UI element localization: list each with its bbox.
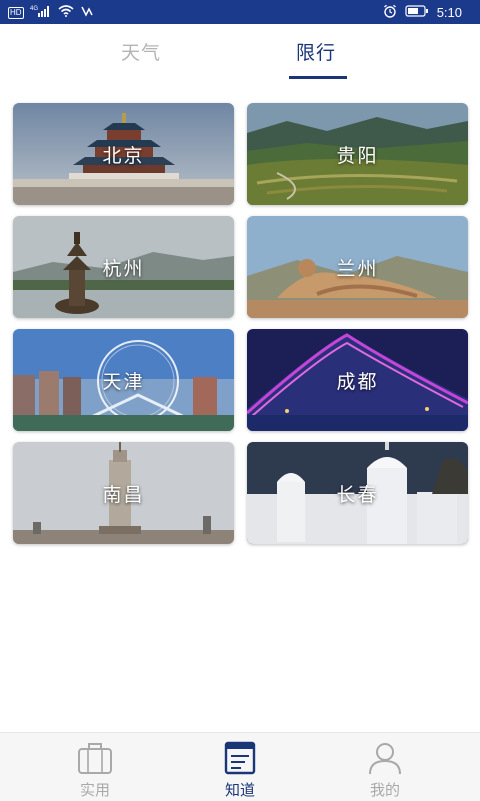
- alarm-icon: [383, 4, 397, 21]
- status-left: HD 4G: [8, 5, 94, 20]
- top-tabs: 天气 限行: [0, 24, 480, 80]
- city-card-hangzhou[interactable]: 杭州: [13, 216, 234, 318]
- city-name: 天津: [102, 370, 145, 393]
- status-right: 5:10: [383, 4, 462, 21]
- signal-icon: 4G: [30, 5, 52, 20]
- document-icon: [224, 741, 256, 775]
- wifi-icon: [58, 5, 74, 20]
- city-name: 兰州: [336, 257, 379, 280]
- tab-weather[interactable]: 天气: [121, 38, 161, 65]
- data-speed-icon: [80, 5, 94, 20]
- city-card-nanchang[interactable]: 南昌: [13, 442, 234, 544]
- nav-label-know: 知道: [224, 781, 255, 799]
- city-card-tianjin[interactable]: 天津: [13, 329, 234, 431]
- city-card-changchun[interactable]: 长春: [247, 442, 468, 544]
- battery-icon: [405, 5, 429, 20]
- status-time: 5:10: [436, 5, 462, 20]
- hd-badge: HD: [8, 6, 24, 19]
- status-bar: HD 4G 5:10: [0, 0, 480, 24]
- briefcase-icon: [78, 743, 112, 774]
- city-name: 成都: [336, 370, 379, 393]
- bottom-nav: 实用 知道 我的: [0, 732, 480, 801]
- city-card-beijing[interactable]: 北京: [13, 103, 234, 205]
- city-name: 贵阳: [336, 144, 379, 167]
- nav-item-practical[interactable]: 实用: [45, 737, 145, 799]
- city-card-guiyang[interactable]: 贵阳: [247, 103, 468, 205]
- city-card-chengdu[interactable]: 成都: [247, 329, 468, 431]
- nav-item-know[interactable]: 知道: [190, 737, 290, 799]
- nav-item-mine[interactable]: 我的: [335, 737, 435, 799]
- person-icon: [369, 743, 401, 775]
- city-name: 南昌: [102, 483, 145, 506]
- tab-restriction[interactable]: 限行: [296, 38, 336, 65]
- tab-active-indicator: [289, 76, 347, 79]
- city-name: 北京: [102, 144, 145, 167]
- svg-text:4G: 4G: [30, 6, 38, 12]
- city-card-lanzhou[interactable]: 兰州: [247, 216, 468, 318]
- city-name: 杭州: [102, 257, 145, 280]
- nav-label-mine: 我的: [369, 781, 400, 799]
- city-name: 长春: [336, 483, 379, 506]
- nav-label-practical: 实用: [79, 781, 110, 799]
